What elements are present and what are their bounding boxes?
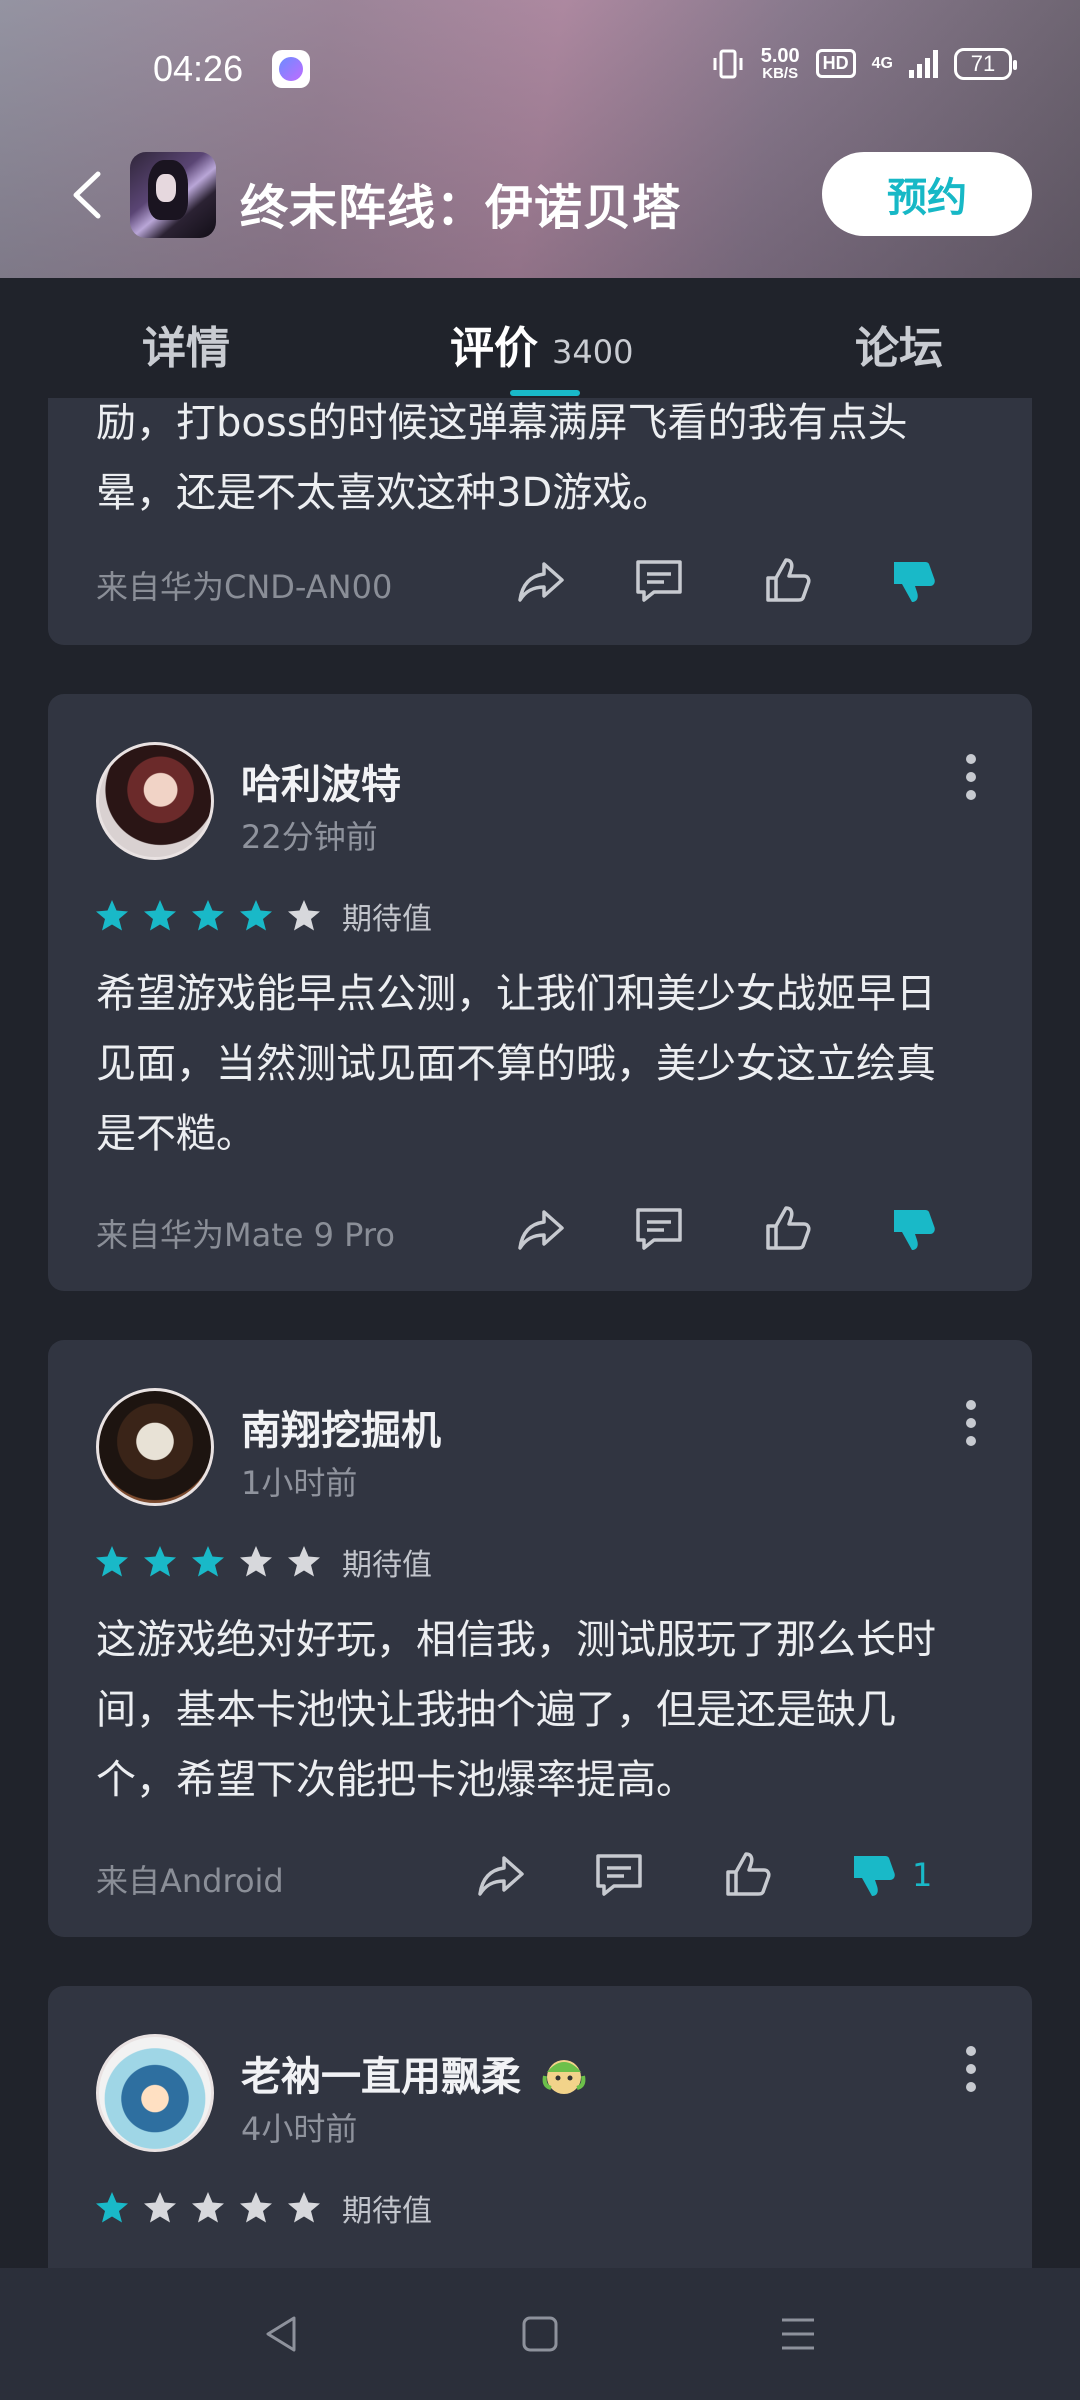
tab-forum[interactable]: 论坛 [855, 312, 943, 376]
tab-reviews[interactable]: 评价 3400 [450, 312, 633, 376]
star-icon [288, 1546, 320, 1577]
share-icon[interactable] [514, 1202, 568, 1256]
network-type: 4G [871, 54, 893, 72]
more-options-icon[interactable] [966, 754, 978, 800]
username[interactable]: 南翔挖掘机 [241, 1398, 441, 1456]
battery-icon: 71 [954, 47, 1017, 80]
back-arrow-icon[interactable] [64, 168, 114, 222]
reserve-button[interactable]: 预约 [822, 152, 1032, 236]
review-card: 哈利波特 22分钟前 期待值 希望游戏能早点公测，让我们和美少女战姬早日 见面，… [48, 694, 1032, 1291]
emoji-icon [542, 2060, 586, 2094]
dislike-icon[interactable] [886, 554, 940, 608]
status-bar: 04:26 5.00 KB/S HD 4G 71 [0, 40, 1080, 100]
avatar[interactable] [96, 742, 214, 860]
comment-icon[interactable] [632, 554, 686, 608]
signal-icon [909, 49, 938, 78]
tab-reviews-count: 3400 [552, 333, 634, 371]
review-card: 南翔挖掘机 1小时前 期待值 这游戏绝对好玩，相信我，测试服玩了那么长时 间，基… [48, 1340, 1032, 1937]
star-icon [240, 900, 272, 931]
rating-stars: 期待值 [94, 1540, 432, 1584]
star-icon [96, 2192, 128, 2223]
review-footer: 来自Android 1 [96, 1844, 984, 1904]
device-label: 来自Android [96, 1862, 284, 1900]
dislike-icon[interactable] [886, 1202, 940, 1256]
tab-bar: 详情 评价 3400 论坛 [0, 278, 1080, 398]
title-bar: 终末阵线：伊诺贝塔 预约 [0, 150, 1080, 240]
star-icon [240, 2192, 272, 2223]
like-icon[interactable] [760, 1202, 814, 1256]
like-icon[interactable] [720, 1848, 774, 1902]
star-icon [192, 900, 224, 931]
share-icon[interactable] [474, 1848, 528, 1902]
dislike-count: 1 [912, 1856, 933, 1894]
device-label: 来自华为Mate 9 Pro [96, 1216, 395, 1254]
star-icon [192, 1546, 224, 1577]
star-icon [96, 900, 128, 931]
assistant-bubble-icon [272, 50, 310, 88]
net-speed: 5.00 KB/S [760, 45, 800, 82]
review-card: 老衲一直用飘柔 4小时前 期待值 [48, 1986, 1032, 2268]
review-actions: 1 [474, 1844, 984, 1904]
share-icon[interactable] [514, 554, 568, 608]
dislike-icon[interactable] [846, 1848, 900, 1902]
star-icon [288, 900, 320, 931]
comment-icon[interactable] [632, 1202, 686, 1256]
review-text[interactable]: 这游戏绝对好玩，相信我，测试服玩了那么长时 间，基本卡池快让我抽个遍了，但是还是… [96, 1605, 996, 1815]
page-title: 终末阵线：伊诺贝塔 [240, 180, 682, 236]
review-text[interactable]: 希望游戏能早点公测，让我们和美少女战姬早日 见面，当然测试见面不算的哦，美少女这… [96, 959, 996, 1169]
star-icon [144, 2192, 176, 2223]
rating-label: 期待值 [342, 902, 432, 937]
vibrate-icon [713, 49, 743, 78]
star-icon [144, 1546, 176, 1577]
review-text: 励，打boss的时候这弹幕满屏飞看的我有点头 晕，还是不太喜欢这种3D游戏。 [96, 400, 908, 516]
star-icon [288, 2192, 320, 2223]
tab-indicator [510, 390, 580, 396]
avatar[interactable] [96, 1388, 214, 1506]
tab-details[interactable]: 详情 [142, 312, 230, 376]
star-icon [192, 2192, 224, 2223]
rating-label: 期待值 [342, 2194, 432, 2229]
comment-icon[interactable] [592, 1848, 646, 1902]
hd-icon: HD [815, 49, 856, 78]
review-time: 4小时前 [241, 2110, 358, 2148]
more-options-icon[interactable] [966, 2046, 978, 2092]
system-nav-bar [0, 2268, 1080, 2400]
nav-back-icon[interactable] [260, 2312, 304, 2356]
status-icons: 5.00 KB/S HD 4G 71 [711, 45, 1017, 82]
nav-home-icon[interactable] [518, 2312, 562, 2356]
username[interactable]: 老衲一直用飘柔 [241, 2044, 587, 2102]
like-icon[interactable] [760, 554, 814, 608]
star-icon [96, 1546, 128, 1577]
star-icon [144, 900, 176, 931]
game-icon[interactable] [130, 152, 216, 238]
more-options-icon[interactable] [966, 1400, 978, 1446]
star-icon [240, 1546, 272, 1577]
review-footer: 来自华为Mate 9 Pro [96, 1198, 984, 1258]
review-footer: 来自华为CND-AN00 [96, 550, 984, 610]
app-header: 04:26 5.00 KB/S HD 4G 71 终末阵线：伊诺贝塔 预约 [0, 0, 1080, 278]
review-actions [514, 1198, 984, 1258]
review-time: 22分钟前 [241, 818, 378, 856]
avatar[interactable] [96, 2034, 214, 2152]
tab-reviews-label: 评价 [450, 323, 538, 374]
rating-label: 期待值 [342, 1548, 432, 1583]
review-time: 1小时前 [241, 1464, 358, 1502]
rating-stars: 期待值 [94, 894, 432, 938]
rating-stars: 期待值 [94, 2186, 432, 2230]
review-actions [514, 550, 984, 610]
username[interactable]: 哈利波特 [241, 752, 401, 810]
device-label: 来自华为CND-AN00 [96, 568, 393, 606]
nav-menu-icon[interactable] [776, 2312, 820, 2356]
status-time: 04:26 [153, 48, 244, 89]
